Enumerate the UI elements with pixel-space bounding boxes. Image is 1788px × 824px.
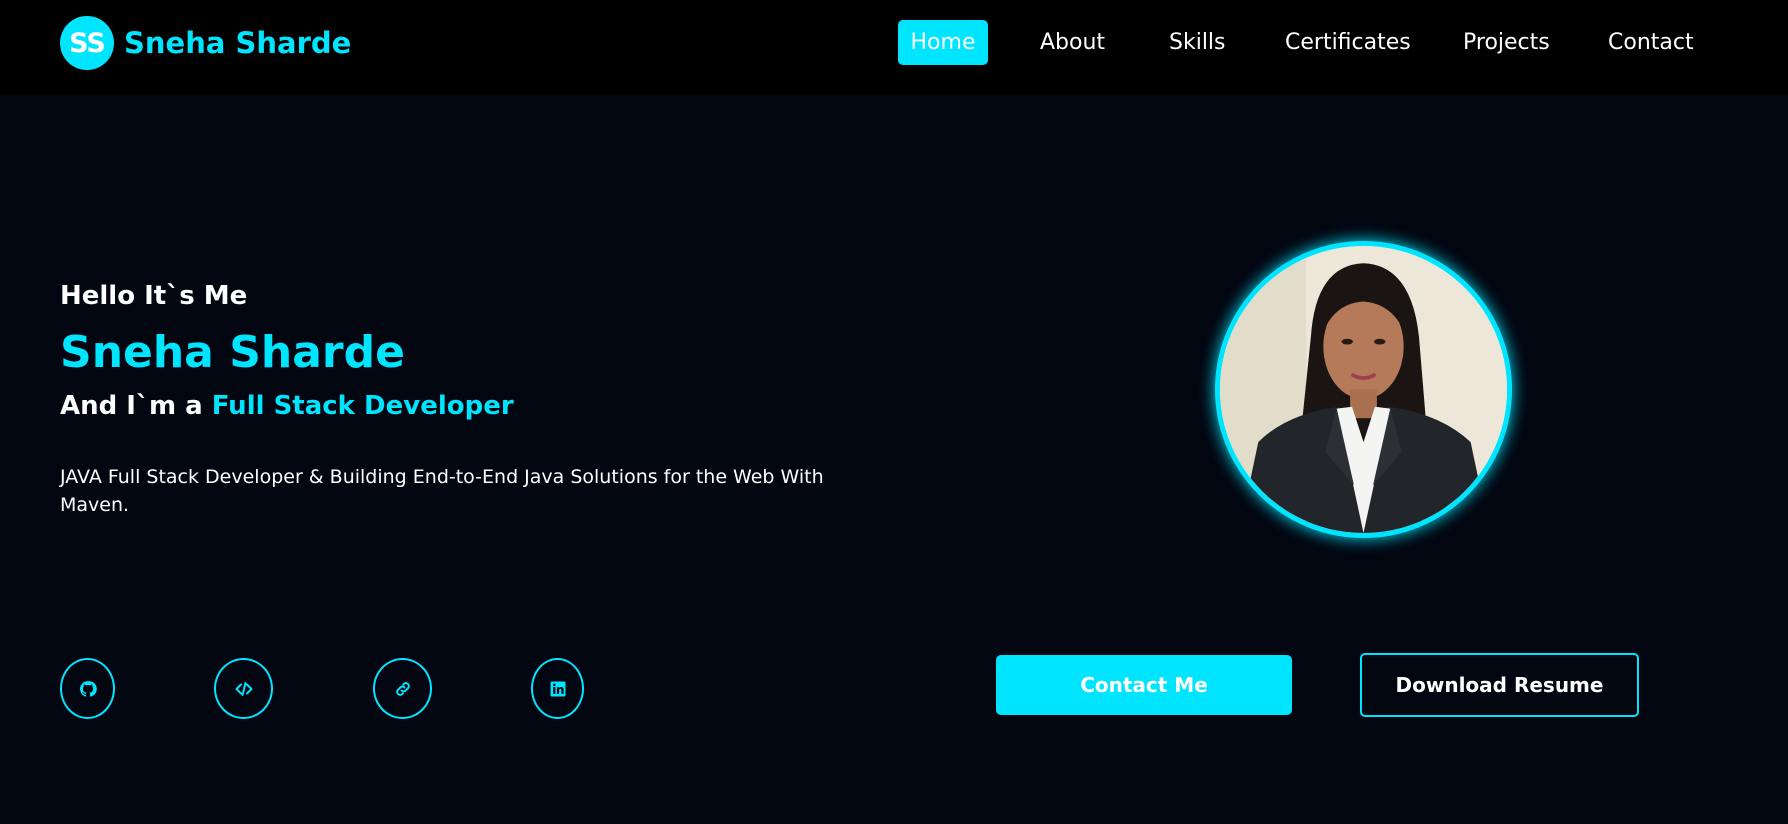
website-link[interactable]	[373, 658, 432, 719]
code-profile-link[interactable]	[214, 658, 273, 719]
hero-name: Sneha Sharde	[60, 327, 405, 378]
logo-name[interactable]: Sneha Sharde	[124, 22, 351, 64]
profile-photo	[1215, 241, 1512, 538]
nav-item-certificates[interactable]: Certificates	[1285, 20, 1411, 65]
github-link[interactable]	[60, 658, 115, 719]
code-icon	[235, 681, 252, 696]
logo-badge[interactable]: SS	[60, 16, 114, 70]
linkedin-link[interactable]	[531, 658, 584, 719]
hero-description: JAVA Full Stack Developer & Building End…	[60, 466, 824, 516]
nav-item-about[interactable]: About	[1040, 20, 1105, 65]
linkedin-icon	[550, 681, 565, 696]
hero-greeting: Hello It`s Me	[60, 281, 248, 311]
hero-role-highlight: Full Stack Developer	[211, 391, 514, 421]
link-icon	[395, 681, 410, 696]
navbar: SS Sneha Sharde Home About Skills Certif…	[0, 0, 1788, 95]
profile-photo-illustration	[1220, 246, 1507, 533]
download-resume-button[interactable]: Download Resume	[1360, 653, 1639, 717]
nav-item-projects[interactable]: Projects	[1463, 20, 1550, 65]
github-icon	[79, 680, 97, 697]
contact-me-button[interactable]: Contact Me	[996, 655, 1292, 715]
nav-item-skills[interactable]: Skills	[1169, 20, 1226, 65]
nav-item-contact[interactable]: Contact	[1608, 20, 1694, 65]
hero-role-prefix: And I`m a	[60, 391, 212, 421]
nav-item-home[interactable]: Home	[898, 20, 988, 65]
hero-role: And I`m a Full Stack Developer	[60, 388, 514, 424]
